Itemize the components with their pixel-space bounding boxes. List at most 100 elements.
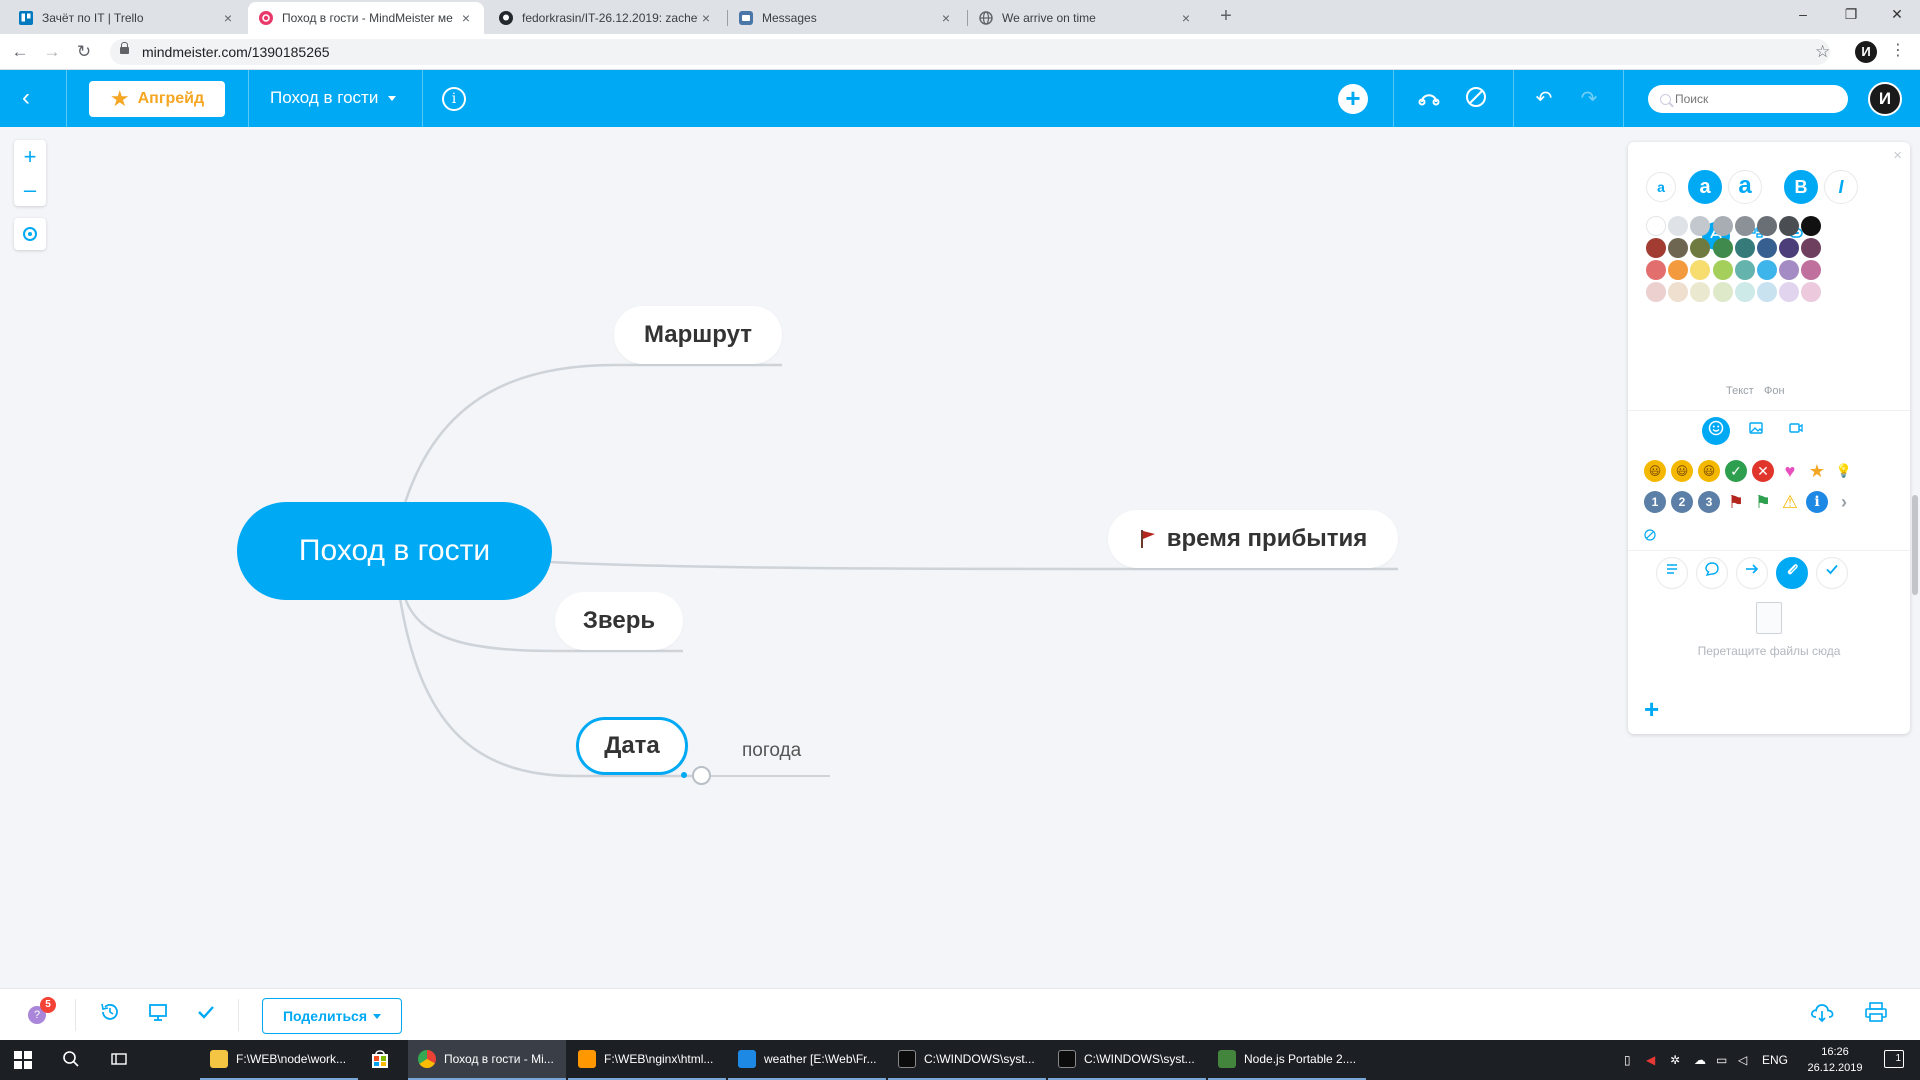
browser-tab-messages[interactable]: Messages × (728, 2, 964, 34)
color-swatch[interactable] (1646, 260, 1666, 280)
browser-menu-icon[interactable]: ⋮ (1890, 40, 1906, 60)
map-title-dropdown[interactable]: Поход в гости (270, 88, 397, 108)
star-icon[interactable]: ★ (1806, 460, 1828, 482)
topic-weather[interactable]: погода (742, 740, 801, 762)
upgrade-button[interactable]: ★ Апгрейд (89, 81, 225, 117)
root-topic[interactable]: Поход в гости (237, 502, 552, 600)
close-panel-icon[interactable]: × (1893, 147, 1902, 164)
tab-close-icon[interactable]: × (458, 10, 474, 26)
comment-icon[interactable] (1696, 557, 1728, 589)
action-center-icon[interactable]: 1 (1884, 1050, 1904, 1068)
color-swatch[interactable] (1801, 238, 1822, 258)
info-icon[interactable]: i (1806, 491, 1828, 513)
link-arrow-icon[interactable] (1736, 557, 1768, 589)
forward-arrow-icon[interactable]: → (40, 40, 64, 64)
volume-icon[interactable]: ◁ (1738, 1040, 1747, 1080)
add-child-handle[interactable] (692, 766, 711, 785)
close-window-button[interactable]: ✕ (1874, 0, 1920, 30)
green-flag-icon[interactable]: ⚑ (1752, 491, 1774, 513)
attachment-icon[interactable] (1776, 557, 1808, 589)
info-icon[interactable]: i (442, 87, 466, 111)
scrollbar-thumb[interactable] (1912, 495, 1918, 595)
new-tab-button[interactable]: + (1214, 5, 1238, 29)
notes-icon[interactable] (1656, 557, 1688, 589)
italic-button[interactable]: I (1824, 170, 1858, 204)
tab-close-icon[interactable]: × (698, 10, 714, 26)
color-swatch[interactable] (1690, 282, 1711, 302)
zoom-in-button[interactable]: + (14, 140, 46, 173)
clock[interactable]: 16:26 26.12.2019 (1800, 1044, 1870, 1076)
cross-icon[interactable]: ✕ (1752, 460, 1774, 482)
browser-profile-avatar[interactable]: И (1855, 41, 1877, 63)
redo-icon[interactable]: ↷ (1575, 85, 1603, 113)
color-swatch[interactable] (1734, 216, 1755, 236)
color-swatch[interactable] (1801, 282, 1822, 302)
minimize-button[interactable]: – (1780, 0, 1826, 30)
reload-icon[interactable]: ↻ (72, 40, 96, 64)
icons-tab-icon[interactable] (1702, 417, 1730, 445)
taskbar-app-webstorm[interactable]: weather [E:\Web\Fr... (728, 1040, 886, 1080)
maximize-button[interactable]: ❐ (1828, 0, 1874, 30)
red-flag-icon[interactable]: ⚑ (1725, 491, 1747, 513)
history-icon[interactable] (96, 1001, 124, 1029)
number-two-icon[interactable]: 2 (1671, 491, 1693, 513)
color-swatch[interactable] (1690, 238, 1711, 258)
color-swatch[interactable] (1757, 216, 1777, 236)
checkmark-icon[interactable] (192, 1001, 220, 1029)
task-view-icon[interactable] (110, 1050, 128, 1073)
back-chevron-icon[interactable]: ‹ (22, 85, 30, 111)
search-box[interactable] (1648, 85, 1848, 113)
monitor-icon[interactable]: ▭ (1716, 1040, 1727, 1080)
panel-add-button[interactable]: + (1644, 694, 1659, 725)
neutral-face-icon[interactable]: 😃 (1671, 460, 1693, 482)
color-swatch[interactable] (1779, 260, 1800, 280)
omnibox[interactable] (110, 39, 1830, 65)
search-input[interactable] (1675, 92, 1835, 106)
color-swatch[interactable] (1757, 260, 1777, 280)
heart-icon[interactable]: ♥ (1779, 460, 1801, 482)
back-arrow-icon[interactable]: ← (8, 40, 32, 64)
color-swatch[interactable] (1712, 260, 1733, 280)
lock-icon[interactable] (120, 42, 129, 56)
store-icon[interactable] (360, 1040, 400, 1080)
zoom-out-button[interactable]: – (14, 173, 46, 206)
file-drop-zone[interactable]: Перетащите файлы сюда (1628, 602, 1910, 658)
color-swatch[interactable] (1801, 260, 1822, 280)
color-swatch[interactable] (1734, 238, 1755, 258)
topic-date[interactable]: Дата (576, 717, 688, 775)
search-icon[interactable] (62, 1050, 80, 1073)
download-cloud-icon[interactable] (1808, 1001, 1836, 1029)
keyboard-language[interactable]: ENG (1762, 1040, 1788, 1080)
taskbar-app-sublime[interactable]: F:\WEB\nginx\html... (568, 1040, 726, 1080)
cloud-icon[interactable]: ☁ (1694, 1040, 1706, 1080)
print-icon[interactable] (1862, 1001, 1890, 1029)
lightbulb-icon[interactable]: 💡 (1833, 460, 1855, 482)
font-size-medium-button[interactable]: a (1688, 170, 1722, 204)
undo-icon[interactable]: ↶ (1530, 85, 1558, 113)
browser-tab-trello[interactable]: Зачёт по IT | Trello × (8, 2, 246, 34)
taskbar-app-chrome[interactable]: Поход в гости - Mi... (408, 1040, 566, 1080)
font-size-large-button[interactable]: a (1728, 170, 1762, 204)
color-swatch[interactable] (1712, 216, 1733, 236)
windows-start-icon[interactable] (14, 1051, 32, 1069)
topic-beast[interactable]: Зверь (555, 592, 683, 650)
happy-face-icon[interactable]: 😃 (1644, 460, 1666, 482)
number-one-icon[interactable]: 1 (1644, 491, 1666, 513)
phone-icon[interactable]: ▯ (1624, 1040, 1631, 1080)
color-swatch[interactable] (1690, 260, 1711, 280)
browser-tab-github[interactable]: fedorkrasin/IT-26.12.2019: zachet × (488, 2, 724, 34)
no-style-icon[interactable] (1462, 85, 1490, 113)
check-icon[interactable]: ✓ (1725, 460, 1747, 482)
sad-face-icon[interactable]: 😃 (1698, 460, 1720, 482)
color-swatch[interactable] (1757, 282, 1777, 302)
color-swatch[interactable] (1646, 238, 1666, 258)
bold-button[interactable]: B (1784, 170, 1818, 204)
share-button[interactable]: Поделиться (262, 998, 402, 1034)
browser-tab-arrive[interactable]: We arrive on time × (968, 2, 1204, 34)
taskbar-app-node[interactable]: Node.js Portable 2.... (1208, 1040, 1366, 1080)
tab-close-icon[interactable]: × (938, 10, 954, 26)
color-swatch[interactable] (1734, 282, 1755, 302)
font-size-small-button[interactable]: a (1646, 172, 1676, 202)
image-tab-icon[interactable] (1742, 417, 1770, 445)
user-avatar[interactable]: И (1868, 82, 1902, 116)
